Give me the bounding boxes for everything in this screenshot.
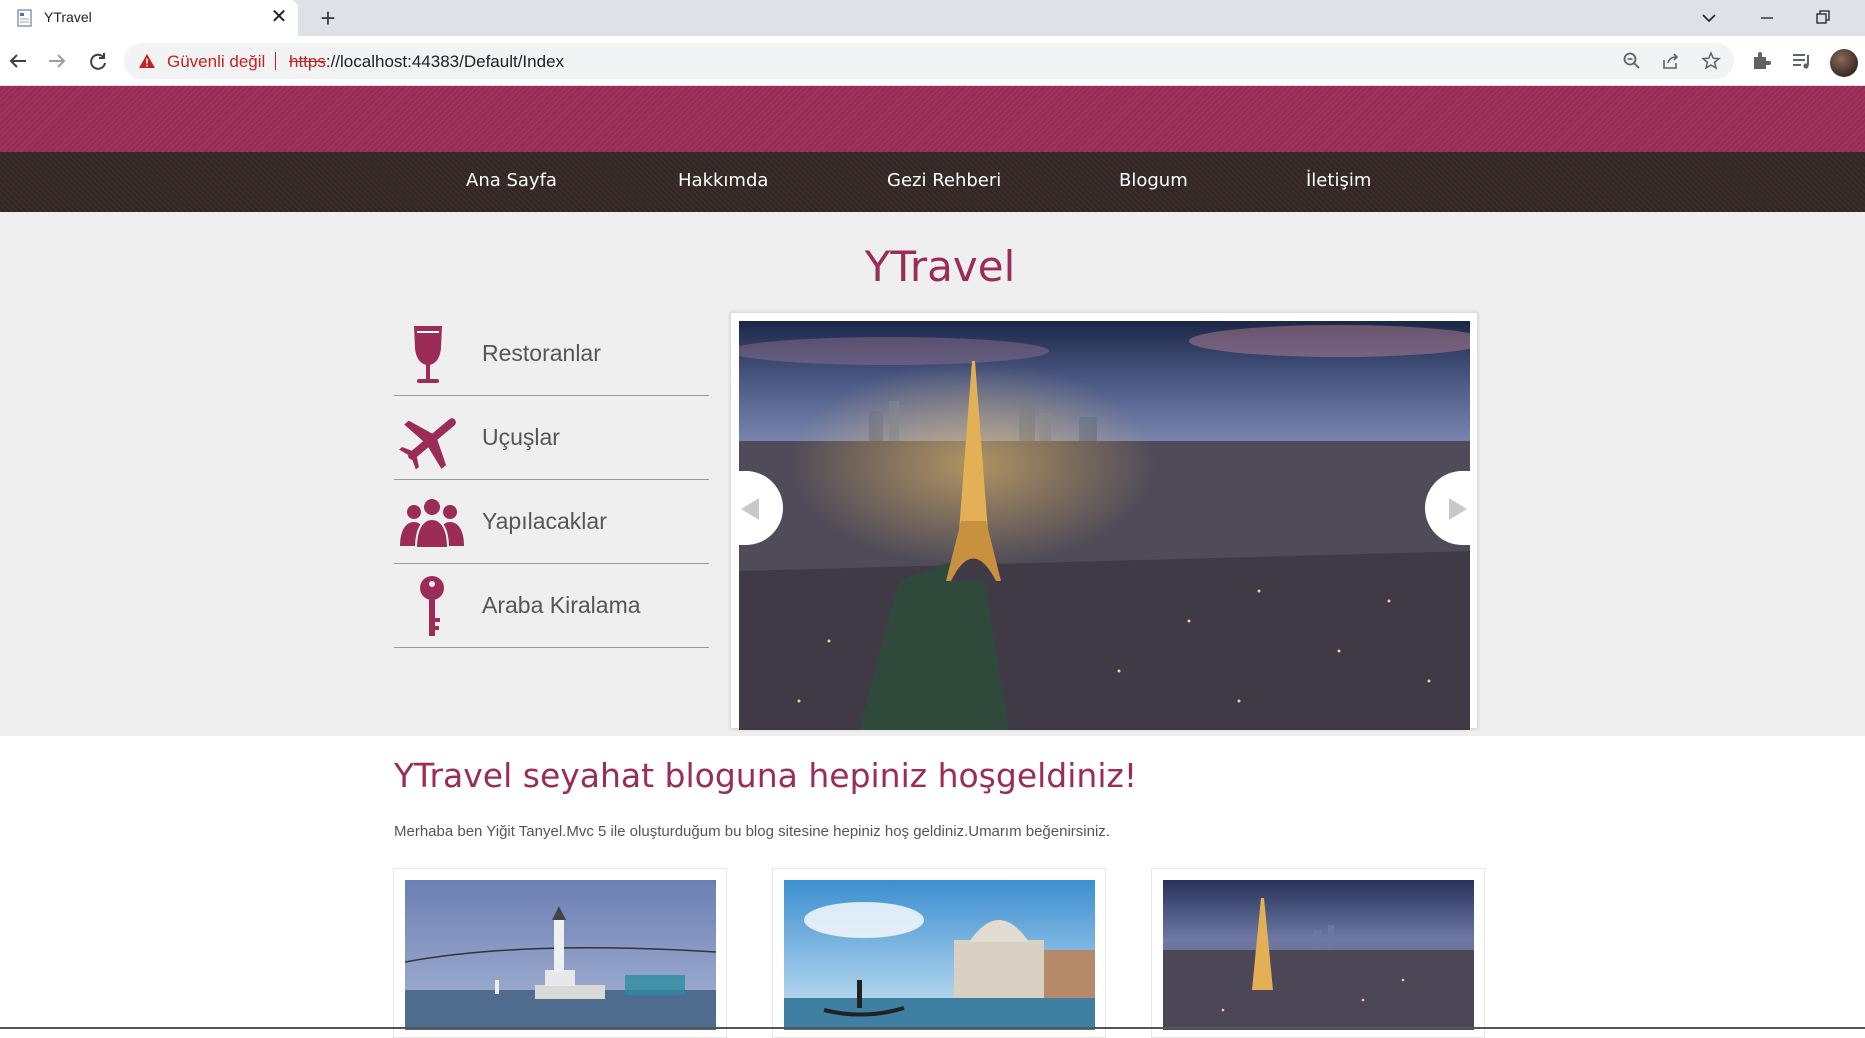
back-arrow-icon[interactable] <box>3 46 33 76</box>
nav-home[interactable]: Ana Sayfa <box>466 170 557 191</box>
url-text[interactable]: https://localhost:44383/Default/Index <box>289 52 564 72</box>
menu-item-restaurants[interactable]: Restoranlar <box>394 312 709 396</box>
people-icon <box>400 497 464 549</box>
menu-label-activities: Yapılacaklar <box>482 508 607 534</box>
blog-card-paris[interactable] <box>1151 868 1485 1038</box>
menu-item-activities[interactable]: Yapılacaklar <box>394 480 709 564</box>
browser-toolbar: Güvenli değil https://localhost:44383/De… <box>0 36 1865 86</box>
share-icon[interactable] <box>1661 51 1681 71</box>
menu-label-car-rental: Araba Kiralama <box>482 592 641 618</box>
site-title: YTravel <box>864 242 1016 291</box>
blog-card-image[interactable] <box>1163 880 1474 1030</box>
menu-label-flights: Uçuşlar <box>482 424 560 450</box>
new-tab-icon[interactable]: + <box>314 4 342 32</box>
zoom-icon[interactable] <box>1622 51 1642 71</box>
caret-left-icon <box>741 498 759 520</box>
bookmark-star-icon[interactable] <box>1701 51 1721 71</box>
warning-icon[interactable] <box>138 53 156 69</box>
blog-card-image[interactable] <box>405 880 716 1030</box>
tab-close-icon[interactable]: ✕ <box>268 6 290 28</box>
url-scheme: https <box>289 52 326 71</box>
page-favicon-icon <box>17 9 32 27</box>
menu-item-flights[interactable]: Uçuşlar <box>394 396 709 480</box>
address-bar[interactable]: Güvenli değil https://localhost:44383/De… <box>124 43 1734 79</box>
service-menu: Restoranlar Uçuşlar Yapılacaklar Araba K… <box>394 312 709 648</box>
reload-icon[interactable] <box>83 46 113 76</box>
tab-title: YTravel <box>44 9 92 25</box>
slider-image-paris <box>739 321 1470 730</box>
key-icon <box>420 576 444 636</box>
blog-card-istanbul[interactable] <box>393 868 727 1038</box>
caret-right-icon <box>1449 498 1467 520</box>
media-queue-icon[interactable] <box>1790 49 1814 73</box>
minimize-icon[interactable] <box>1752 3 1782 33</box>
hero-section: YTravel Restoranlar Uçuşlar Yapılacaklar… <box>0 212 1865 736</box>
image-slider <box>730 312 1478 730</box>
nav-contact[interactable]: İletişim <box>1306 170 1371 191</box>
nav-blog[interactable]: Blogum <box>1119 170 1188 191</box>
blog-card-image[interactable] <box>784 880 1095 1030</box>
menu-label-restaurants: Restoranlar <box>482 340 601 366</box>
welcome-heading: YTravel seyahat bloguna hepiniz hoşgeldi… <box>394 756 1138 795</box>
header-band <box>0 86 1865 152</box>
tab-search-chevron-icon[interactable] <box>1694 3 1724 33</box>
security-label[interactable]: Güvenli değil <box>167 52 265 72</box>
main-nav: Ana Sayfa Hakkımda Gezi Rehberi Blogum İ… <box>0 152 1865 212</box>
restore-icon[interactable] <box>1808 3 1838 33</box>
security-separator <box>275 52 276 70</box>
menu-item-car-rental[interactable]: Araba Kiralama <box>394 564 709 648</box>
airplane-icon <box>399 418 456 470</box>
blog-card-venice[interactable] <box>772 868 1106 1038</box>
page: Ana Sayfa Hakkımda Gezi Rehberi Blogum İ… <box>0 86 1865 1038</box>
intro-text: Merhaba ben Yiğit Tanyel.Mvc 5 ile oluşt… <box>394 823 1110 840</box>
nav-travel-guide[interactable]: Gezi Rehberi <box>887 170 1001 191</box>
profile-avatar[interactable] <box>1830 49 1858 77</box>
nav-about[interactable]: Hakkımda <box>678 170 768 191</box>
url-path: ://localhost:44383/Default/Index <box>325 52 565 71</box>
browser-tab[interactable]: YTravel ✕ <box>0 0 298 36</box>
forward-arrow-icon[interactable] <box>42 46 72 76</box>
wine-glass-icon <box>414 326 442 383</box>
extensions-icon[interactable] <box>1750 49 1774 73</box>
browser-tabstrip: YTravel ✕ + <box>0 0 1865 36</box>
